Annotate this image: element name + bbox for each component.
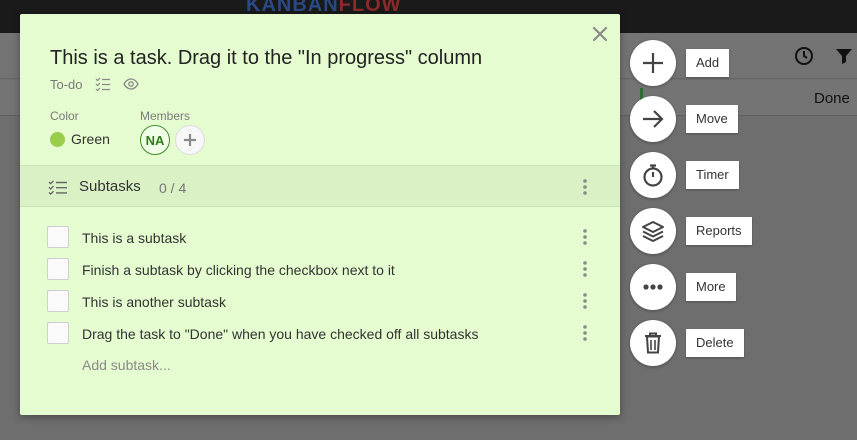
color-label: Color — [50, 109, 79, 123]
subtask-text[interactable]: This is a subtask — [82, 230, 186, 246]
subtask-checkbox[interactable] — [47, 226, 69, 248]
list-item: Drag the task to "Done" when you have ch… — [20, 318, 620, 350]
avatar[interactable]: NA — [140, 125, 170, 155]
list-item: Finish a subtask by clicking the checkbo… — [20, 254, 620, 286]
close-icon[interactable] — [590, 24, 610, 44]
task-title[interactable]: This is a task. Drag it to the "In progr… — [50, 47, 482, 70]
add-member-button[interactable] — [175, 125, 205, 155]
reports-button-label[interactable]: Reports — [686, 217, 752, 245]
plus-icon — [643, 53, 663, 73]
subtask-checkbox[interactable] — [47, 290, 69, 312]
subtask-text[interactable]: Drag the task to "Done" when you have ch… — [82, 326, 478, 342]
more-button-label[interactable]: More — [686, 273, 736, 301]
subtasks-header: Subtasks 0 / 4 — [20, 165, 620, 207]
add-button[interactable] — [630, 40, 676, 86]
color-name: Green — [71, 131, 110, 147]
task-column-label: To-do — [50, 76, 83, 92]
subtask-checklist-icon — [48, 179, 68, 195]
list-item: This is a subtask — [20, 222, 620, 254]
timer-button-label[interactable]: Timer — [686, 161, 739, 189]
clock-icon[interactable] — [794, 46, 814, 66]
delete-button-label[interactable]: Delete — [686, 329, 744, 357]
subtask-checklist-icon — [95, 76, 111, 92]
layers-icon — [642, 221, 664, 242]
color-swatch — [50, 131, 65, 147]
color-selector[interactable]: Green — [50, 131, 110, 147]
more-vert-icon[interactable] — [581, 228, 589, 246]
more-vert-icon[interactable] — [581, 178, 589, 196]
subtask-text[interactable]: This is another subtask — [82, 294, 226, 310]
more-button[interactable] — [630, 264, 676, 310]
subtasks-count: 0 / 4 — [159, 180, 187, 196]
stopwatch-icon — [643, 164, 663, 187]
move-button[interactable] — [630, 96, 676, 142]
subtask-checkbox[interactable] — [47, 258, 69, 280]
add-button-label[interactable]: Add — [686, 49, 730, 77]
list-item: This is another subtask — [20, 286, 620, 318]
column-done-title[interactable]: Done — [814, 90, 850, 107]
subtask-list: This is a subtask Finish a subtask by cl… — [20, 222, 620, 350]
eye-icon[interactable] — [122, 76, 139, 92]
subtask-text[interactable]: Finish a subtask by clicking the checkbo… — [82, 262, 395, 278]
ellipsis-icon — [643, 284, 663, 290]
add-subtask-input[interactable]: Add subtask... — [82, 357, 171, 373]
trash-icon — [645, 332, 661, 354]
task-dialog: This is a task. Drag it to the "In progr… — [20, 14, 620, 415]
reports-button[interactable] — [630, 208, 676, 254]
more-vert-icon[interactable] — [581, 260, 589, 278]
more-vert-icon[interactable] — [581, 324, 589, 342]
subtask-checkbox[interactable] — [47, 322, 69, 344]
timer-button[interactable] — [630, 152, 676, 198]
move-button-label[interactable]: Move — [686, 105, 738, 133]
more-vert-icon[interactable] — [581, 292, 589, 310]
task-meta: To-do — [50, 76, 139, 92]
filter-icon[interactable] — [834, 46, 854, 66]
plus-icon — [184, 134, 196, 146]
arrow-right-icon — [643, 110, 664, 128]
delete-button[interactable] — [630, 320, 676, 366]
members-label: Members — [140, 109, 191, 123]
app-logo: KANBANFLOW — [246, 0, 402, 14]
subtasks-title: Subtasks — [79, 178, 141, 195]
